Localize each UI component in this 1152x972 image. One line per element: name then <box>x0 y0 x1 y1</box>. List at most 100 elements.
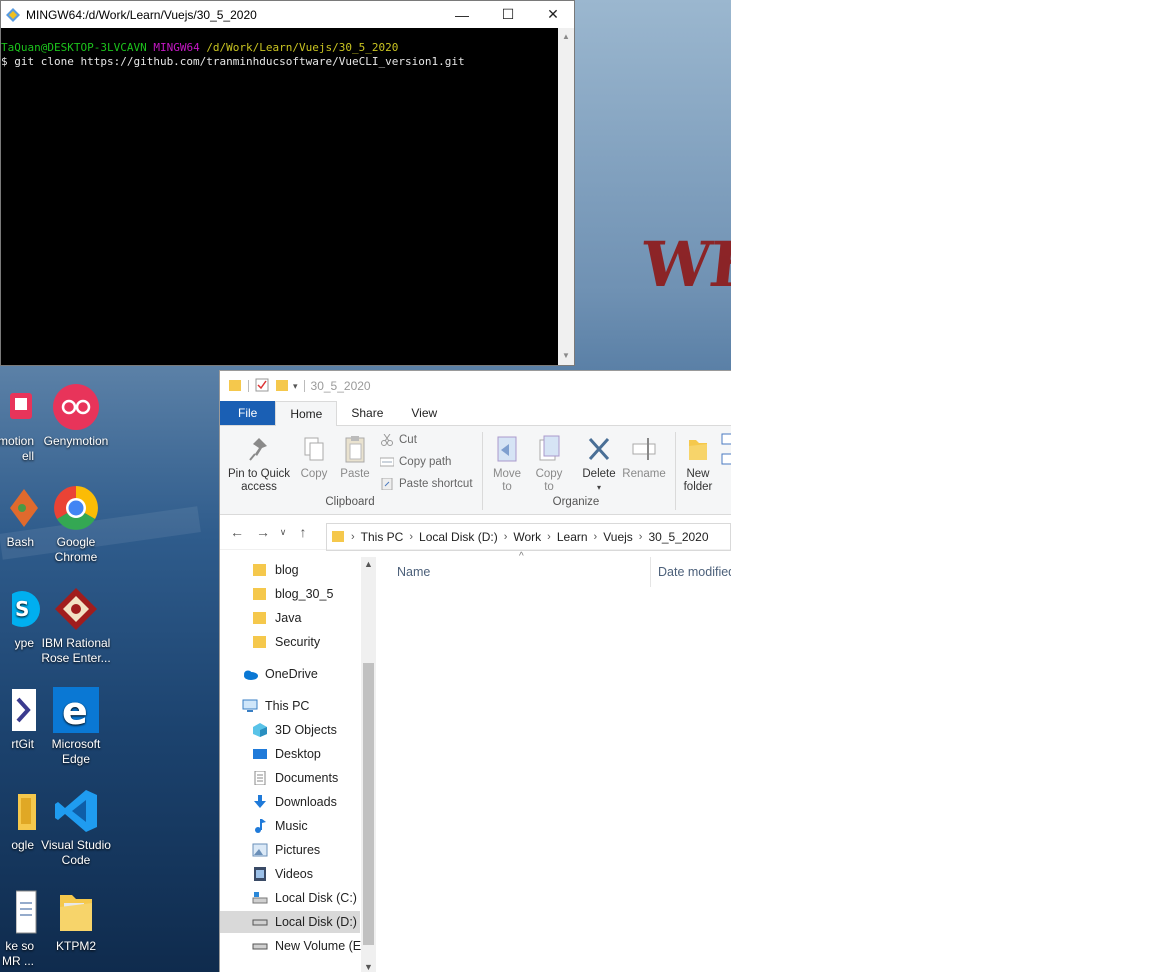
desktop-icon-edge[interactable]: e Microsoft Edge <box>36 687 116 767</box>
terminal-scrollbar[interactable]: ▲ ▼ <box>558 28 574 365</box>
scroll-up-icon[interactable]: ▲ <box>558 30 574 44</box>
breadcrumb-local-disk-d[interactable]: Local Disk (D:) <box>419 530 498 544</box>
up-arrow-icon[interactable]: ↑ <box>290 524 316 540</box>
file-list-header: ^ Name Date modified <box>377 551 731 587</box>
breadcrumb-30-5-2020[interactable]: 30_5_2020 <box>648 530 708 544</box>
desktop-icon-google-folder[interactable]: ogle <box>0 788 36 853</box>
nav-item-desktop[interactable]: Desktop <box>220 743 360 765</box>
new-folder-button[interactable]: New folder <box>679 434 717 494</box>
nav-item-local-disk-c[interactable]: Local Disk (C:) <box>220 887 360 909</box>
ribbon-home: Pin to Quick access Copy Paste Cut Copy … <box>220 426 731 515</box>
desktop-icon-label: Bash <box>6 535 34 549</box>
scroll-up-icon[interactable]: ▲ <box>361 559 376 569</box>
new-folder-icon[interactable] <box>275 378 289 395</box>
nav-item-music[interactable]: Music <box>220 815 360 837</box>
drive-icon <box>252 939 268 953</box>
paste-button[interactable]: Paste <box>337 434 373 481</box>
nav-item-documents[interactable]: Documents <box>220 767 360 789</box>
breadcrumb-this-pc[interactable]: This PC <box>361 530 404 544</box>
desktop-icon-label: IBM Rational Rose Enter... <box>41 636 111 665</box>
back-arrow-icon[interactable]: ← <box>224 524 250 540</box>
copy-button[interactable]: Copy <box>297 434 331 481</box>
desktop-icon-ktpm2[interactable]: KTPM2 <box>36 889 116 954</box>
desktop-icon-genymotion[interactable]: Genymotion <box>36 384 116 449</box>
nav-item-this-pc[interactable]: This PC <box>220 695 360 717</box>
nav-item-downloads[interactable]: Downloads <box>220 791 360 813</box>
paste-shortcut-button[interactable]: Paste shortcut <box>380 477 473 491</box>
column-date-modified[interactable]: Date modified <box>658 565 731 579</box>
minimize-button[interactable]: — <box>439 1 485 28</box>
file-explorer-window[interactable]: ▾ 30_5_2020 File Home Share View Pin to … <box>219 370 731 972</box>
file-list[interactable] <box>377 587 731 972</box>
tab-share[interactable]: Share <box>337 401 397 425</box>
nav-item-new-volume-e[interactable]: New Volume (E:) <box>220 935 369 957</box>
desktop-icon-label: ype <box>14 636 34 650</box>
paste-icon <box>337 434 373 468</box>
maximize-button[interactable]: ☐ <box>485 1 531 28</box>
terminal-command: $ git clone https://github.com/tranminhd… <box>1 55 465 68</box>
breadcrumb-vuejs[interactable]: Vuejs <box>603 530 633 544</box>
git-bash-icon <box>0 485 40 531</box>
desktop-icon-ibm-rational-rose[interactable]: IBM Rational Rose Enter... <box>36 586 116 666</box>
tab-home[interactable]: Home <box>275 401 338 426</box>
terminal-window[interactable]: MINGW64:/d/Work/Learn/Vuejs/30_5_2020 — … <box>0 0 575 366</box>
recent-locations-chevron-icon[interactable]: ∨ <box>276 527 290 538</box>
organize-group-label: Organize <box>552 496 600 508</box>
desktop-icon-git-bash[interactable]: Bash <box>0 485 38 550</box>
tab-file[interactable]: File <box>220 401 276 425</box>
nav-item-security[interactable]: Security <box>220 631 360 653</box>
column-name[interactable]: Name <box>397 565 430 579</box>
navigation-pane-scrollbar[interactable]: ▲ ▼ <box>361 557 376 972</box>
desktop-icon <box>252 747 268 761</box>
scroll-thumb[interactable] <box>363 663 374 945</box>
nav-item-onedrive[interactable]: OneDrive <box>220 663 360 685</box>
copy-path-icon <box>379 456 395 468</box>
edge-icon: e <box>53 687 99 733</box>
close-button[interactable]: ✕ <box>530 1 576 28</box>
rename-button[interactable]: Rename <box>622 434 666 481</box>
nav-item-java[interactable]: Java <box>220 607 360 629</box>
nav-item-blog[interactable]: blog <box>220 559 360 581</box>
breadcrumb-learn[interactable]: Learn <box>557 530 588 544</box>
terminal-title: MINGW64:/d/Work/Learn/Vuejs/30_5_2020 <box>26 7 257 22</box>
delete-button[interactable]: Delete ▾ <box>578 434 620 494</box>
delete-icon <box>578 434 620 468</box>
desktop-icon-smartgit[interactable]: rtGit <box>0 687 36 752</box>
navigation-pane[interactable]: blog blog_30_5 Java Security OneDrive Th… <box>220 557 377 972</box>
terminal-title-bar[interactable]: MINGW64:/d/Work/Learn/Vuejs/30_5_2020 — … <box>1 1 574 28</box>
genymotion-shell-icon <box>0 384 40 430</box>
nav-item-videos[interactable]: Videos <box>220 863 360 885</box>
folder-icon <box>252 587 268 601</box>
tab-view[interactable]: View <box>397 401 451 425</box>
properties-icon[interactable] <box>255 378 269 395</box>
nav-item-pictures[interactable]: Pictures <box>220 839 360 861</box>
desktop-icon-document[interactable]: ke so MR ... <box>0 889 37 969</box>
pictures-icon <box>252 843 268 857</box>
terminal-output[interactable]: TaQuan@DESKTOP-3LVCAVN MINGW64 /d/Work/L… <box>1 28 558 365</box>
desktop-icon-chrome[interactable]: Google Chrome <box>36 485 116 565</box>
nav-item-blog-30-5[interactable]: blog_30_5 <box>220 583 360 605</box>
nav-item-3d-objects[interactable]: 3D Objects <box>220 719 360 741</box>
documents-icon <box>252 770 268 786</box>
move-to-button[interactable]: Move to <box>488 434 526 494</box>
scroll-down-icon[interactable]: ▼ <box>361 962 376 972</box>
nav-item-local-disk-d[interactable]: Local Disk (D:) <box>220 911 360 933</box>
copy-to-button[interactable]: Copy to <box>530 434 568 494</box>
pin-to-quick-access-button[interactable]: Pin to Quick access <box>226 434 292 494</box>
new-item-icon[interactable] <box>720 432 731 480</box>
desktop-icon-genymotion-shell[interactable]: motion ell <box>0 384 34 464</box>
scroll-down-icon[interactable]: ▼ <box>558 349 574 363</box>
breadcrumb-work[interactable]: Work <box>513 530 541 544</box>
desktop-icon-label: ogle <box>11 838 34 852</box>
copy-path-button[interactable]: Copy path <box>379 456 451 468</box>
desktop-icon-skype[interactable]: S ype <box>0 586 40 651</box>
svg-text:S: S <box>15 597 29 621</box>
music-icon <box>252 819 268 833</box>
desktop-icon-vscode[interactable]: Visual Studio Code <box>36 788 116 868</box>
address-bar[interactable]: › This PC › Local Disk (D:) › Work › Lea… <box>326 523 731 551</box>
cut-button[interactable]: Cut <box>380 433 417 446</box>
qat-dropdown-icon[interactable]: ▾ <box>293 381 298 392</box>
move-to-icon <box>488 434 526 468</box>
forward-arrow-icon[interactable]: → <box>250 524 276 540</box>
quick-access-toolbar: ▾ 30_5_2020 <box>220 371 731 401</box>
